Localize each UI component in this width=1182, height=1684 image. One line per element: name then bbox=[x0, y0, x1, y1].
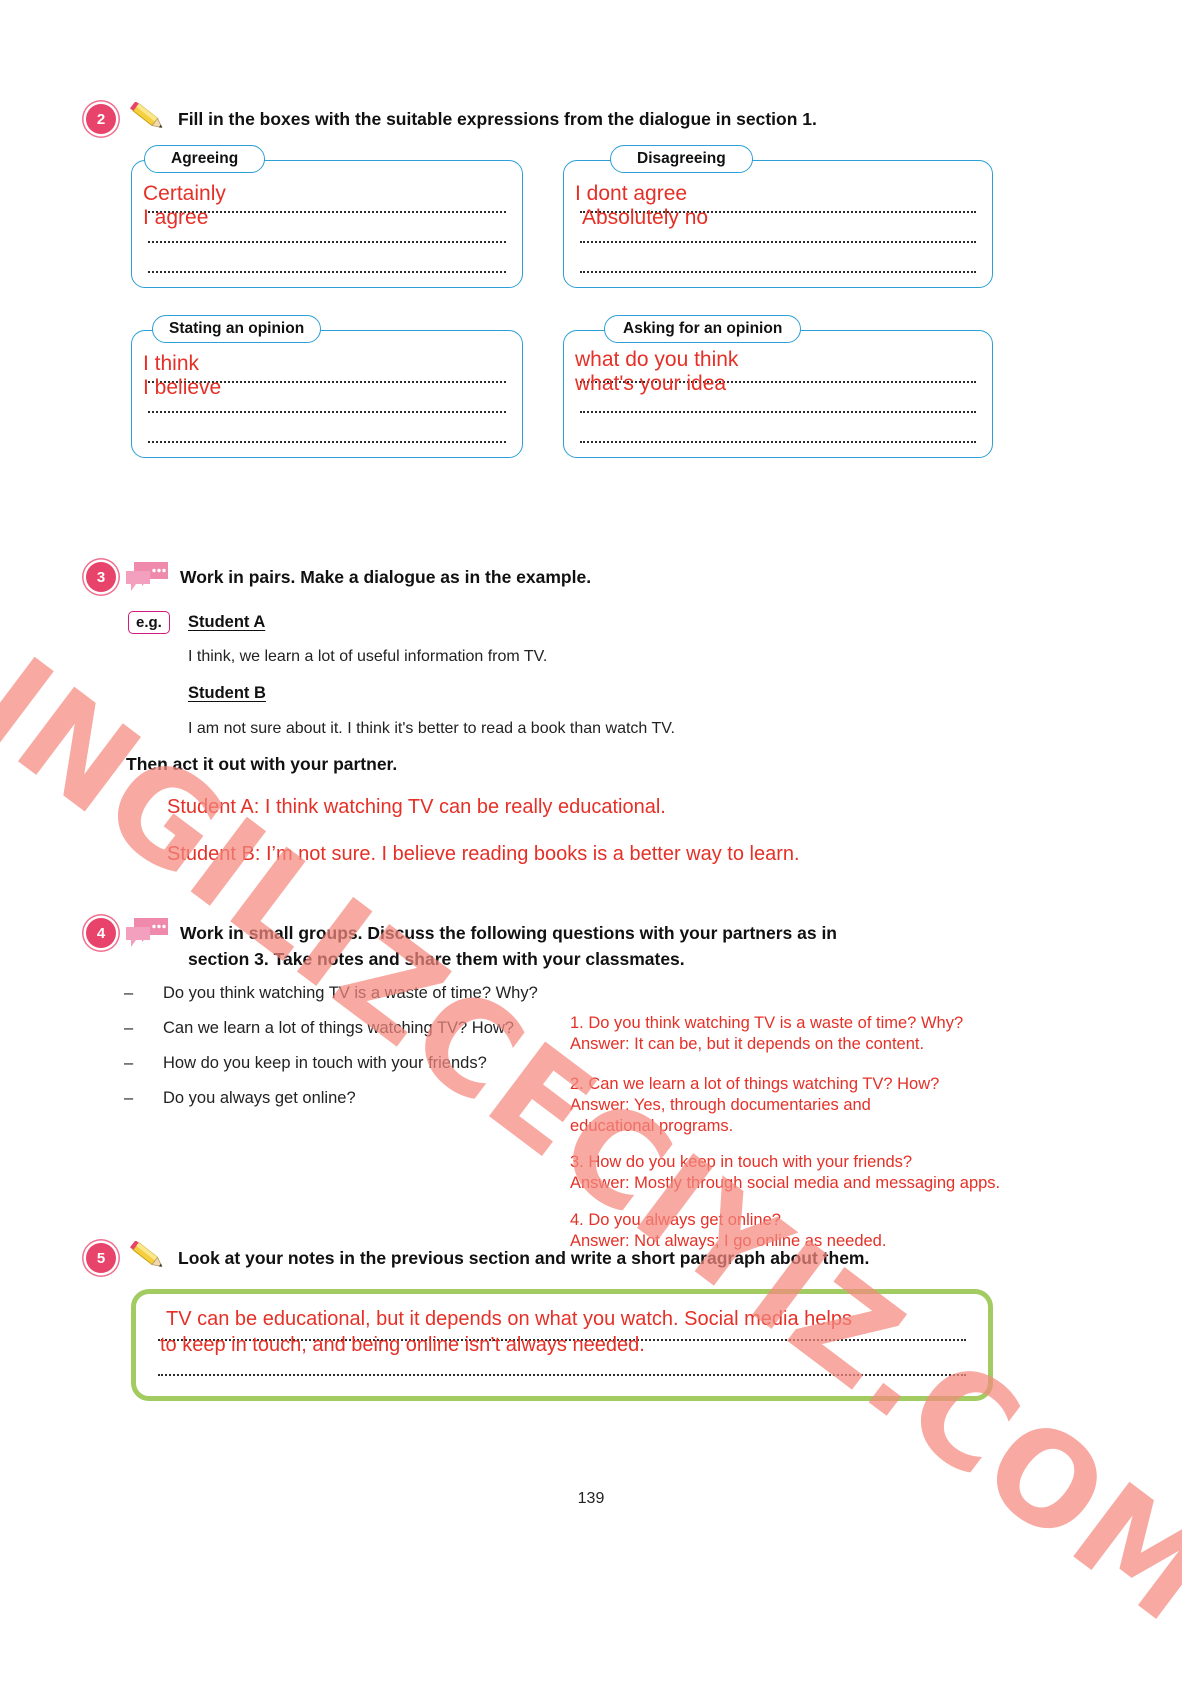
list-dash: – bbox=[124, 1019, 134, 1037]
pencil-icon bbox=[124, 101, 168, 132]
student-a-example-line: I think, we learn a lot of useful inform… bbox=[188, 648, 548, 665]
discussion-question: Can we learn a lot of things watching TV… bbox=[163, 1019, 514, 1037]
handwritten-paragraph-line-2: to keep in touch, and being online isn’t… bbox=[160, 1334, 645, 1356]
section-4-instruction: Work in small groups. Discuss the follow… bbox=[180, 920, 837, 972]
section-3-badge: 3 bbox=[86, 562, 116, 592]
section-3-instruction: Work in pairs. Make a dialogue as in the… bbox=[180, 567, 592, 587]
box-label-disagreeing: Disagreeing bbox=[610, 145, 753, 173]
example-tag: e.g. bbox=[128, 611, 170, 634]
handwritten-note-line: educational programs. bbox=[570, 1117, 734, 1135]
speech-bubbles-icon bbox=[124, 560, 170, 594]
handwritten-note-line: Answer: Yes, through documentaries and bbox=[570, 1096, 871, 1114]
handwritten-agreeing-2: I agree bbox=[143, 206, 209, 229]
discussion-question: Do you always get online? bbox=[163, 1089, 356, 1107]
section-2-instruction: Fill in the boxes with the suitable expr… bbox=[178, 109, 817, 129]
list-dash: – bbox=[124, 1054, 134, 1072]
handwritten-dialogue-b: Student B: I’m not sure. I believe readi… bbox=[167, 843, 800, 865]
section-5-badge: 5 bbox=[86, 1243, 116, 1273]
discussion-question: How do you keep in touch with your frien… bbox=[163, 1054, 487, 1072]
handwritten-note-line: 3. How do you keep in touch with your fr… bbox=[570, 1153, 913, 1171]
page-number: 139 bbox=[577, 1490, 605, 1507]
box-label-asking-opinion: Asking for an opinion bbox=[604, 315, 802, 343]
handwritten-note-line: 2. Can we learn a lot of things watching… bbox=[570, 1075, 940, 1093]
section-4-header: 4 Work in small groups. Discuss the foll… bbox=[86, 918, 966, 972]
box-label-stating-opinion: Stating an opinion bbox=[152, 315, 322, 343]
section-4-instruction-line2: section 3. Take notes and share them wit… bbox=[188, 949, 685, 969]
section-4-instruction-line1: Work in small groups. Discuss the follow… bbox=[180, 923, 838, 943]
section-2-header: 2 Fill in the boxes with the suitable ex… bbox=[86, 101, 966, 134]
student-b-example-line: I am not sure about it. I think it's bet… bbox=[188, 720, 675, 737]
handwritten-dialogue-a: Student A: I think watching TV can be re… bbox=[167, 796, 666, 818]
list-dash: – bbox=[124, 984, 134, 1002]
section-4-badge: 4 bbox=[86, 918, 116, 948]
section-2-badge: 2 bbox=[86, 104, 116, 134]
handwritten-disagreeing-2: Absolutely no bbox=[582, 206, 709, 229]
then-act-it-out-line: Then act it out with your partner. bbox=[126, 754, 398, 774]
handwritten-note-line: Answer: Mostly through social media and … bbox=[570, 1174, 1001, 1192]
box-label-agreeing: Agreeing bbox=[144, 145, 266, 173]
section-3-header: 3 Work in pairs. Make a dialogue as in t… bbox=[86, 562, 966, 594]
student-b-label: Student B bbox=[188, 684, 266, 702]
student-a-label: Student A bbox=[188, 613, 266, 631]
worksheet-page: 2 Fill in the boxes with the suitable ex… bbox=[0, 0, 1182, 1684]
handwritten-stating-2: I believe bbox=[143, 376, 222, 399]
speech-bubbles-icon bbox=[124, 916, 170, 950]
handwritten-paragraph-line-1: TV can be educational, but it depends on… bbox=[166, 1308, 852, 1330]
handwritten-asking-1: what do you think bbox=[575, 348, 739, 371]
pencil-icon bbox=[124, 1240, 168, 1271]
handwritten-stating-1: I think bbox=[143, 352, 200, 375]
handwritten-agreeing-1: Certainly bbox=[143, 182, 226, 205]
handwritten-note-line: Answer: Not always; I go online as neede… bbox=[570, 1232, 887, 1250]
handwritten-asking-2: what's your idea bbox=[575, 372, 727, 395]
handwritten-note-line: 1. Do you think watching TV is a waste o… bbox=[570, 1014, 964, 1032]
list-dash: – bbox=[124, 1089, 134, 1107]
discussion-question: Do you think watching TV is a waste of t… bbox=[163, 984, 538, 1002]
handwritten-note-line: 4. Do you always get online? bbox=[570, 1211, 781, 1229]
handwritten-disagreeing-1: I dont agree bbox=[575, 182, 688, 205]
handwritten-note-line: Answer: It can be, but it depends on the… bbox=[570, 1035, 925, 1053]
